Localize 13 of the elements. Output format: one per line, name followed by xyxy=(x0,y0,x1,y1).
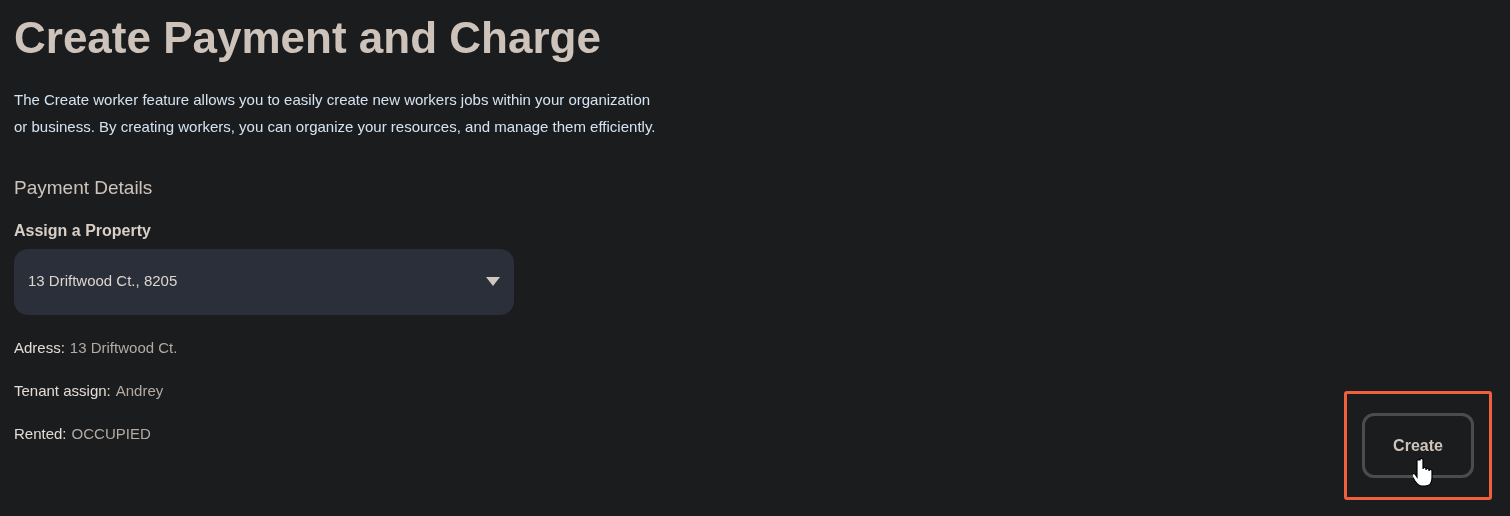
description: The Create worker feature allows you to easily create new workers jobs within your organization or business. By creating workers, you can organize your resources, and manage them efficiently. xyxy=(14,90,657,137)
detail-label: Rented: xyxy=(14,423,67,444)
section-heading: Payment Details xyxy=(14,176,154,200)
detail-label: Adress: xyxy=(14,337,65,358)
page-title: Create Payment and Charge xyxy=(14,12,602,64)
detail-value: OCCUPIED xyxy=(71,423,151,444)
detail-value: Andrey xyxy=(115,380,164,401)
property-select[interactable]: 13 Driftwood Ct., 8205 xyxy=(14,248,514,315)
detail-value: 13 Driftwood Ct. xyxy=(69,337,178,358)
field-label: Assign a Property xyxy=(14,220,152,241)
dropdown-caret-icon xyxy=(486,277,500,286)
hand-cursor-icon xyxy=(1413,458,1435,488)
detail-label: Tenant assign: xyxy=(14,380,111,401)
